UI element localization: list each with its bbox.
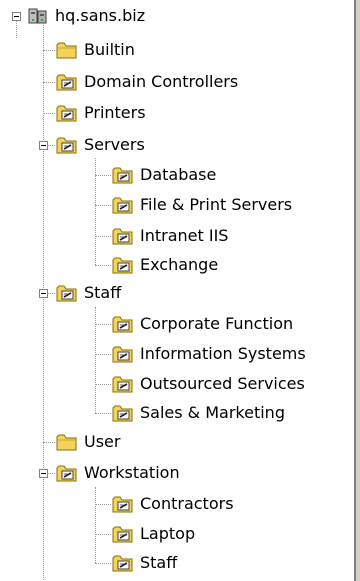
- tree-connector: [95, 205, 111, 206]
- tree-connector: [43, 442, 55, 443]
- tree-connector: [43, 82, 55, 83]
- tree-node-label: File & Print Servers: [140, 195, 293, 214]
- tree-connector: [95, 487, 96, 563]
- tree-connector: [95, 265, 111, 266]
- tree-connector: [95, 504, 111, 505]
- tree-node-information-systems[interactable]: Information Systems: [112, 342, 306, 366]
- ou-folder-icon: [112, 403, 134, 423]
- ou-folder-icon: [112, 255, 134, 275]
- ou-folder-icon: [56, 463, 78, 483]
- folder-icon: [56, 432, 78, 452]
- tree-node-database[interactable]: Database: [112, 163, 216, 187]
- tree-node-contractors[interactable]: Contractors: [112, 492, 234, 516]
- domain-tree: hq.sans.biz Builtin Domain Controllers P…: [0, 0, 354, 581]
- tree-node-domain-controllers[interactable]: Domain Controllers: [56, 70, 238, 94]
- tree-connector: [95, 324, 111, 325]
- tree-connector: [95, 384, 111, 385]
- tree-node-label: Workstation: [84, 463, 180, 482]
- tree-node-label: User: [84, 432, 121, 451]
- tree-node-label: Exchange: [140, 255, 219, 274]
- ou-folder-icon: [56, 135, 78, 155]
- tree-connector: [43, 50, 55, 51]
- tree-node-user[interactable]: User: [56, 430, 120, 454]
- tree-connector: [95, 534, 111, 535]
- ou-folder-icon: [112, 494, 134, 514]
- ou-folder-icon: [112, 195, 134, 215]
- ou-folder-icon: [112, 226, 134, 246]
- panel-border: [356, 0, 360, 581]
- ou-folder-icon: [112, 374, 134, 394]
- tree-node-root[interactable]: hq.sans.biz: [27, 4, 145, 28]
- tree-connector: [95, 307, 96, 413]
- ou-folder-icon: [112, 553, 134, 573]
- collapse-root-toggle[interactable]: [12, 12, 21, 21]
- tree-connector: [95, 354, 111, 355]
- tree-node-workstation[interactable]: Workstation: [56, 461, 180, 485]
- tree-node-label: Builtin: [84, 40, 135, 59]
- ou-folder-icon: [112, 165, 134, 185]
- tree-node-label: Database: [140, 165, 217, 184]
- tree-node-builtin[interactable]: Builtin: [56, 38, 135, 62]
- tree-connector: [43, 25, 44, 580]
- tree-node-label: Contractors: [140, 494, 234, 513]
- tree-connector: [95, 175, 111, 176]
- tree-node-printers[interactable]: Printers: [56, 101, 146, 125]
- tree-node-corporate-function[interactable]: Corporate Function: [112, 312, 293, 336]
- collapse-workstation-toggle[interactable]: [39, 469, 48, 478]
- tree-connector: [95, 563, 111, 564]
- ou-folder-icon: [56, 72, 78, 92]
- tree-node-label: Staff: [140, 553, 178, 572]
- tree-node-label: Sales & Marketing: [140, 403, 285, 422]
- tree-node-label: Outsourced Services: [140, 374, 305, 393]
- domain-icon: [27, 6, 49, 26]
- ou-folder-icon: [112, 344, 134, 364]
- tree-node-staff[interactable]: Staff: [56, 281, 121, 305]
- tree-node-label: Staff: [84, 283, 122, 302]
- tree-node-label: Corporate Function: [140, 314, 294, 333]
- collapse-servers-toggle[interactable]: [39, 141, 48, 150]
- tree-node-label: Domain Controllers: [84, 72, 239, 91]
- ou-folder-icon: [112, 314, 134, 334]
- tree-node-label: Laptop: [140, 524, 196, 543]
- tree-node-workstation-staff[interactable]: Staff: [112, 551, 177, 575]
- tree-node-servers[interactable]: Servers: [56, 133, 145, 157]
- tree-connector: [16, 18, 17, 38]
- collapse-staff-toggle[interactable]: [39, 289, 48, 298]
- tree-node-label: Printers: [84, 103, 146, 122]
- tree-node-file-print-servers[interactable]: File & Print Servers: [112, 193, 292, 217]
- ou-folder-icon: [112, 524, 134, 544]
- tree-node-outsourced-services[interactable]: Outsourced Services: [112, 372, 305, 396]
- tree-node-label: hq.sans.biz: [55, 6, 146, 25]
- tree-node-label: Servers: [84, 135, 145, 154]
- folder-icon: [56, 40, 78, 60]
- tree-connector: [43, 113, 55, 114]
- tree-connector: [95, 236, 111, 237]
- ou-folder-icon: [56, 103, 78, 123]
- tree-node-label: Intranet IIS: [140, 226, 229, 245]
- tree-node-exchange[interactable]: Exchange: [112, 253, 218, 277]
- tree-node-intranet-iis[interactable]: Intranet IIS: [112, 224, 228, 248]
- tree-connector: [95, 413, 111, 414]
- tree-node-sales-marketing[interactable]: Sales & Marketing: [112, 401, 285, 425]
- tree-node-laptop[interactable]: Laptop: [112, 522, 195, 546]
- ou-folder-icon: [56, 283, 78, 303]
- tree-node-label: Information Systems: [140, 344, 306, 363]
